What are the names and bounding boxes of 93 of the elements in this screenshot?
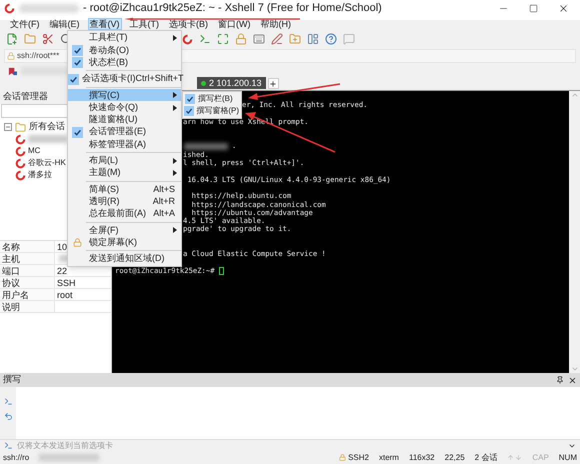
menu-item[interactable]: 发送到通知区域(D) xyxy=(68,252,181,266)
compose-input[interactable]: 仅将文本发送到当前选项卡 xyxy=(17,440,564,452)
menu-item[interactable]: 撰写(C) xyxy=(68,89,181,102)
lock-icon xyxy=(339,454,346,461)
folder-icon[interactable] xyxy=(24,33,36,45)
tree-item[interactable]: MC xyxy=(28,145,40,157)
scroll-up-icon[interactable] xyxy=(570,91,578,99)
terminal-icon[interactable] xyxy=(199,33,211,45)
menu-item[interactable]: 选项卡(B) xyxy=(167,18,210,30)
fullscreen-icon[interactable] xyxy=(217,33,229,45)
status-size: 116x32 xyxy=(408,452,435,464)
menu-item[interactable]: 透明(R) Alt+R xyxy=(68,196,181,208)
tree-item[interactable]: 潘多拉 xyxy=(28,169,52,181)
menu-item[interactable]: 全屏(F) xyxy=(68,224,181,236)
lock-icon[interactable] xyxy=(235,33,247,45)
property-name: 名称 xyxy=(0,241,55,252)
logo-icon xyxy=(182,34,193,44)
status-terminal: xterm xyxy=(378,452,399,464)
plus-icon xyxy=(269,80,278,88)
menu-item[interactable]: 文件(F) xyxy=(8,18,42,30)
menu-item[interactable]: 简单(S) Alt+S xyxy=(68,183,181,196)
folder-icon xyxy=(15,122,26,132)
session-icon xyxy=(15,134,26,144)
app-logo-icon xyxy=(4,3,15,14)
status-cursor: 22,25 xyxy=(444,452,465,464)
menu-item[interactable]: 布局(L) xyxy=(68,154,181,167)
menu-item[interactable]: 会话管理器(E) xyxy=(68,126,181,138)
property-value: SSH xyxy=(56,277,77,288)
status-address: ssh://ro xyxy=(3,452,30,464)
menu-item[interactable]: 快速命令(Q) xyxy=(68,101,181,114)
menu-item[interactable]: 窗口(W) xyxy=(216,18,252,30)
help-icon[interactable] xyxy=(325,33,337,45)
menu-item[interactable]: 编辑(E) xyxy=(48,18,82,30)
menu-item[interactable]: 撰写栏(B) xyxy=(183,93,241,105)
menu-item[interactable]: 帮助(H) xyxy=(258,18,293,30)
scissors-icon[interactable] xyxy=(42,33,54,45)
menu-item[interactable]: 工具栏(T) xyxy=(68,32,181,44)
undo-icon[interactable] xyxy=(4,412,12,421)
menu-item[interactable]: 撰写窗格(P) xyxy=(183,105,241,117)
menu-item[interactable]: 会话选项卡(I)Ctrl+Shift+T xyxy=(68,72,181,86)
lock-icon xyxy=(7,52,15,60)
pen-icon[interactable] xyxy=(271,33,283,45)
up-arrow-icon[interactable] xyxy=(507,454,514,461)
tree-item[interactable]: 所有会话 xyxy=(29,120,65,134)
property-value: 10 xyxy=(56,241,68,252)
property-value: 22 xyxy=(56,265,68,276)
menu-item[interactable]: 标签管理器(A) xyxy=(68,138,181,151)
close-icon xyxy=(558,3,568,14)
session-icon xyxy=(15,170,26,180)
redacted-text xyxy=(39,454,100,461)
session-tab[interactable]: 2 101.200.13 xyxy=(197,77,266,89)
menu-item[interactable]: 工具(T) xyxy=(128,18,161,30)
menu-item[interactable]: 总在最前面(A) Alt+A xyxy=(68,208,181,220)
lock-icon xyxy=(72,238,82,248)
property-name: 协议 xyxy=(0,277,55,288)
panel-title: 会话管理器 xyxy=(3,90,48,104)
menu-item[interactable]: 查看(V) xyxy=(88,18,122,30)
menu-item[interactable]: 主题(M) xyxy=(68,166,181,180)
layout-icon[interactable] xyxy=(307,33,319,45)
tree-item[interactable]: 谷歌云-HK xyxy=(28,157,66,169)
menu-item[interactable]: 隧道窗格(U) xyxy=(68,114,181,126)
session-icon xyxy=(15,146,26,156)
panel-title: 撰写 xyxy=(3,373,22,386)
terminal-icon[interactable] xyxy=(4,397,12,406)
new-tab-button[interactable] xyxy=(268,78,279,89)
status-num: NUM xyxy=(558,452,577,464)
pin-icon[interactable] xyxy=(556,376,564,384)
bookmark-icon xyxy=(8,66,17,76)
property-name: 用户名 xyxy=(0,289,55,300)
down-arrow-icon[interactable] xyxy=(515,454,522,461)
keyboard-icon[interactable] xyxy=(253,33,265,45)
status-caps: CAP xyxy=(532,452,549,464)
close-icon[interactable] xyxy=(568,376,577,384)
new-file-icon[interactable] xyxy=(6,33,18,45)
property-name: 端口 xyxy=(0,265,55,276)
collapse-toggle[interactable] xyxy=(4,123,12,131)
cursor xyxy=(218,267,224,276)
property-name: 主机 xyxy=(0,253,55,264)
redacted-text xyxy=(184,143,228,150)
window-title: - root@iZhcau1r9tk25eZ: ~ - Xshell 7 (Free for Home/School) xyxy=(83,1,382,16)
status-sessions: 2 会话 xyxy=(474,452,498,464)
property-value: root xyxy=(56,289,74,300)
minus-icon xyxy=(5,124,11,130)
terminal-icon xyxy=(4,441,13,450)
folder-plus-icon[interactable] xyxy=(289,33,301,45)
redacted-text xyxy=(19,4,79,13)
session-icon xyxy=(15,158,26,168)
scroll-down-icon[interactable] xyxy=(570,365,578,373)
maximize-icon xyxy=(528,4,538,13)
menu-item[interactable]: 锁定屏幕(K) xyxy=(68,236,181,249)
status-protocol: SSH2 xyxy=(348,452,369,464)
comment-icon[interactable] xyxy=(343,33,355,45)
property-name: 说明 xyxy=(0,301,55,312)
